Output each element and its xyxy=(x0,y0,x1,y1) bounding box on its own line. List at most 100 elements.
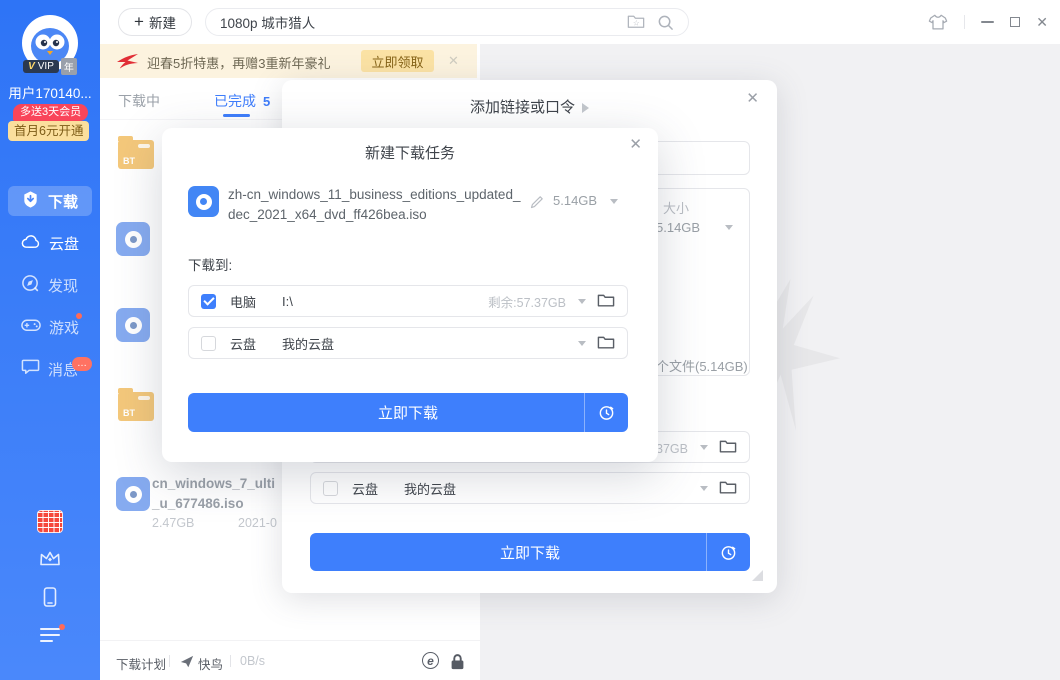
vip-badge[interactable]: VVIP 年 xyxy=(0,58,100,75)
bt-folder-icon[interactable]: BT xyxy=(118,140,154,169)
browse-folder-icon[interactable] xyxy=(719,439,737,454)
size-column-header: 大小 xyxy=(663,198,689,217)
vip-label: VIP xyxy=(38,61,54,72)
mobile-app-button[interactable] xyxy=(0,586,100,608)
iso-file-icon[interactable] xyxy=(116,222,150,256)
status-bar: 下载计划 快鸟 0B/s e xyxy=(100,640,480,680)
save-to-cloud-row[interactable]: 云盘 我的云盘 xyxy=(310,472,750,504)
timer-clock-icon xyxy=(720,544,737,561)
scheduled-download-button[interactable] xyxy=(584,393,628,432)
browse-folder-icon[interactable] xyxy=(597,293,615,308)
save-to-cloud-row[interactable]: 云盘 我的云盘 xyxy=(188,327,628,359)
browse-folder-icon[interactable] xyxy=(597,335,615,350)
chevron-down-icon[interactable] xyxy=(700,486,708,491)
claim-now-button[interactable]: 立即领取 xyxy=(361,50,434,72)
vip-center-button[interactable] xyxy=(0,548,100,568)
cloud-checkbox[interactable] xyxy=(323,481,338,496)
promo-red-badge[interactable]: 多送3天会员 xyxy=(13,104,88,121)
iso-file-icon xyxy=(116,477,150,511)
tab-completed[interactable]: 已完成 5 xyxy=(214,91,270,111)
sidebar-item-label: 云盘 xyxy=(49,233,79,254)
username[interactable]: 用户170140... xyxy=(0,82,100,102)
new-task-button[interactable]: + 新建 xyxy=(118,8,192,36)
window-controls: ✕ xyxy=(928,0,1048,44)
speed-bird-icon xyxy=(180,655,194,671)
sidebar-item-download[interactable]: 下载 xyxy=(8,186,92,216)
toolbar: + 新建 1080p 城市猎人 ☆ ✕ xyxy=(100,0,1060,44)
plus-icon: + xyxy=(134,13,144,30)
search-value: 1080p 城市猎人 xyxy=(220,12,615,32)
add-dialog-close-icon[interactable]: ✕ xyxy=(746,91,759,106)
message-icon xyxy=(21,358,40,379)
pc-checkbox[interactable] xyxy=(201,294,216,309)
more-menu-notification-dot xyxy=(59,624,65,630)
app-window: VVIP 年 用户170140... 多送3天会员 首月6元开通 下载 云盘 发… xyxy=(0,0,1060,680)
modal-title: 新建下载任务 xyxy=(162,142,658,163)
crown-icon xyxy=(38,548,62,568)
chevron-down-icon[interactable] xyxy=(578,299,586,304)
pc-free-space: 剩余:57.37GB xyxy=(488,292,566,311)
sidebar-item-cloud[interactable]: 云盘 xyxy=(8,228,92,258)
speed-mode-toggle[interactable]: 快鸟 xyxy=(198,654,223,673)
download-now-button[interactable]: 立即下载 xyxy=(188,393,628,432)
modal-close-icon[interactable]: ✕ xyxy=(629,137,642,152)
file-size-value: 5.14GB xyxy=(656,220,700,235)
resize-handle[interactable] xyxy=(752,570,763,581)
download-now-button[interactable]: 立即下载 xyxy=(310,533,750,571)
pc-label: 电脑 xyxy=(230,292,256,311)
banner-close-icon[interactable]: ✕ xyxy=(448,53,459,69)
cloud-checkbox[interactable] xyxy=(201,336,216,351)
search-input[interactable]: 1080p 城市猎人 ☆ xyxy=(205,8,689,36)
save-to-pc-row[interactable]: 电脑 I:\ 剩余:57.37GB xyxy=(188,285,628,317)
download-plan-toggle[interactable]: 下载计划 xyxy=(116,654,166,673)
red-packet-grid-icon xyxy=(37,510,63,533)
chevron-down-icon[interactable] xyxy=(725,225,733,230)
chevron-down-icon[interactable] xyxy=(700,445,708,450)
search-icon[interactable] xyxy=(657,14,674,31)
expand-caret-icon xyxy=(582,103,589,113)
games-notification-dot xyxy=(76,313,82,319)
promo-open-vip-button[interactable]: 首月6元开通 xyxy=(8,121,89,141)
sidebar-item-discover[interactable]: 发现 xyxy=(8,270,92,300)
add-link-title[interactable]: 添加链接或口令 xyxy=(282,96,777,117)
tab-downloading[interactable]: 下载中 xyxy=(118,91,160,111)
phone-icon xyxy=(39,586,61,608)
bt-folder-icon[interactable]: BT xyxy=(118,392,154,421)
lock-icon[interactable] xyxy=(450,653,465,675)
new-task-label: 新建 xyxy=(149,12,176,32)
more-menu-button[interactable] xyxy=(0,628,100,642)
cloud-label: 云盘 xyxy=(352,479,378,498)
cloud-path: 我的云盘 xyxy=(404,479,456,498)
divider xyxy=(964,15,965,29)
cloud-path: 我的云盘 xyxy=(282,334,334,353)
file-size: 2.47GB xyxy=(152,516,194,530)
red-packet-button[interactable] xyxy=(0,510,100,533)
browse-folder-icon[interactable] xyxy=(719,480,737,495)
messages-badge: … xyxy=(72,357,92,371)
file-name: zh-cn_windows_11_business_editions_updat… xyxy=(228,185,526,225)
sidebar-item-label: 发现 xyxy=(48,275,78,296)
tab-completed-label: 已完成 xyxy=(214,91,256,111)
current-speed: 0B/s xyxy=(240,654,265,668)
compass-icon xyxy=(21,274,40,297)
banner-text: 迎春5折特惠，再赠3重新年豪礼 xyxy=(147,53,330,72)
chevron-down-icon[interactable] xyxy=(610,199,618,204)
maximize-button[interactable] xyxy=(1010,17,1020,27)
vip-year-badge: 年 xyxy=(61,58,77,75)
folder-star-icon[interactable]: ☆ xyxy=(627,14,645,29)
scheduled-download-button[interactable] xyxy=(706,533,750,571)
minimize-button[interactable] xyxy=(981,21,994,23)
sidebar: VVIP 年 用户170140... 多送3天会员 首月6元开通 下载 云盘 发… xyxy=(0,0,100,680)
edit-name-button[interactable] xyxy=(529,194,545,215)
vip-v: V xyxy=(28,61,35,72)
cloud-icon xyxy=(21,234,41,253)
theme-tshirt-icon[interactable] xyxy=(928,13,948,31)
save-to-label: 下载到: xyxy=(188,254,232,274)
iso-file-icon[interactable] xyxy=(116,308,150,342)
close-window-button[interactable]: ✕ xyxy=(1036,15,1048,29)
svg-text:☆: ☆ xyxy=(633,19,640,28)
active-tab-underline xyxy=(223,114,250,117)
chevron-down-icon[interactable] xyxy=(578,341,586,346)
download-icon xyxy=(21,190,40,213)
ie-browser-icon[interactable]: e xyxy=(422,652,439,669)
